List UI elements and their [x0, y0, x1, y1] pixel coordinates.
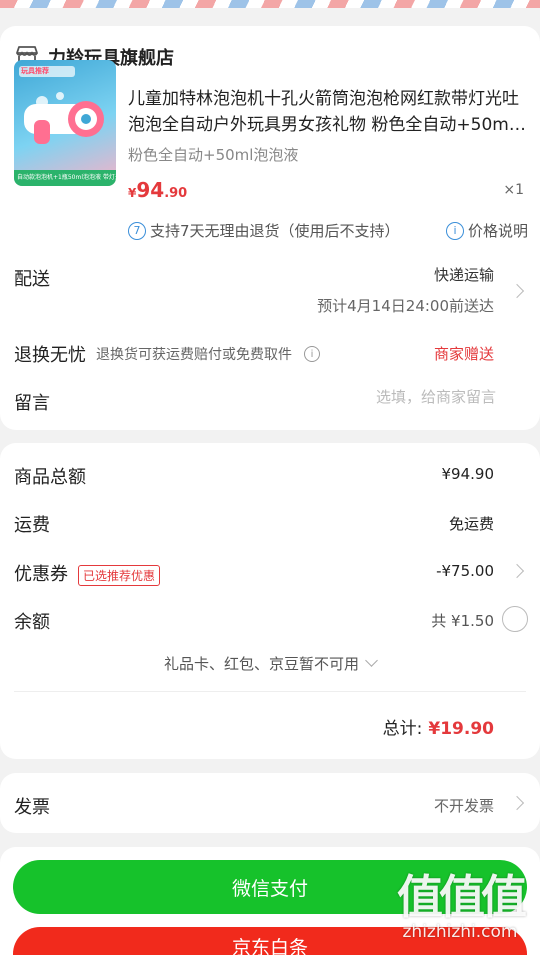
price-info-icon: i [445, 221, 464, 240]
product-title[interactable]: 儿童加特林泡泡机十孔火箭筒泡泡枪网红款带灯光吐泡泡全自动户外玩具男女孩礼物 粉色… [128, 86, 528, 138]
delivery-eta[interactable]: 预计4月14日24:00前送达 [317, 295, 494, 316]
thumb-tag: 玩具推荐 [19, 66, 75, 77]
product-spec: 粉色全自动+50ml泡泡液 [128, 146, 299, 164]
product-quantity: ×1 [503, 182, 524, 198]
info-icon[interactable]: i [304, 346, 320, 362]
return-worry-status: 商家赠送 [433, 345, 494, 363]
memo-input[interactable] [236, 388, 496, 406]
unavailable-payments[interactable]: 礼品卡、红包、京豆暂不可用 [0, 653, 540, 674]
unavailable-text: 礼品卡、红包、京豆暂不可用 [163, 655, 359, 673]
watermark-url: zhizhizhi.com [402, 922, 518, 942]
seven-day-return-icon: 7 [128, 221, 146, 240]
divider [14, 691, 526, 692]
shipping-value: 免运费 [448, 515, 494, 533]
chevron-down-icon [365, 654, 378, 667]
coupon-label: 优惠券 [14, 564, 68, 585]
goods-total-label: 商品总额 [14, 467, 86, 488]
site-watermark: 值值值 zhizhizhi.com [390, 872, 530, 942]
policy-row: 7 支持7天无理由退货（使用后不支持） i 价格说明 [128, 220, 528, 241]
return-policy-text[interactable]: 支持7天无理由退货（使用后不支持） [150, 220, 400, 241]
total-label: 总计: [382, 719, 423, 739]
return-worry-desc: 退换货可获运费赔付或免费取件 i [96, 344, 320, 364]
return-worry-label: 退换无忧 [14, 345, 86, 366]
invoice-label: 发票 [14, 797, 50, 818]
total-row: 总计: ¥19.90 [383, 714, 494, 739]
thumb-strip: 自动款泡泡机+1瓶50ml泡泡液 带灯光 [14, 170, 116, 186]
balance-label: 余额 [14, 612, 50, 633]
delivery-type[interactable]: 快递运输 [434, 264, 494, 285]
price-decimal: .90 [164, 186, 188, 201]
delivery-label: 配送 [14, 269, 50, 290]
goods-total-value: ¥94.90 [441, 465, 495, 483]
price-integer: 94 [136, 178, 165, 202]
invoice-value[interactable]: 不开发票 [434, 795, 494, 816]
price-note-link[interactable]: 价格说明 [468, 220, 528, 241]
balance-radio[interactable] [502, 606, 528, 632]
total-value: ¥19.90 [428, 719, 494, 739]
price-summary-card [0, 443, 540, 759]
product-thumbnail[interactable]: 玩具推荐 自动款泡泡机+1瓶50ml泡泡液 带灯光 [14, 60, 116, 186]
shipping-label: 运费 [14, 515, 50, 536]
coupon-row[interactable]: 优惠券 已选推荐优惠 [14, 560, 161, 586]
memo-label: 留言 [14, 393, 50, 414]
bubble-gun-image [24, 92, 104, 144]
envelope-stripe [0, 0, 540, 16]
coupon-badge: 已选推荐优惠 [78, 564, 161, 586]
balance-value: 共 ¥1.50 [431, 612, 494, 630]
watermark-logo: 值值值 [397, 870, 527, 924]
return-worry-desc-text: 退换货可获运费赔付或免费取件 [96, 347, 292, 363]
product-price: ¥94.90 [128, 178, 187, 202]
coupon-value[interactable]: -¥75.00 [436, 562, 494, 580]
